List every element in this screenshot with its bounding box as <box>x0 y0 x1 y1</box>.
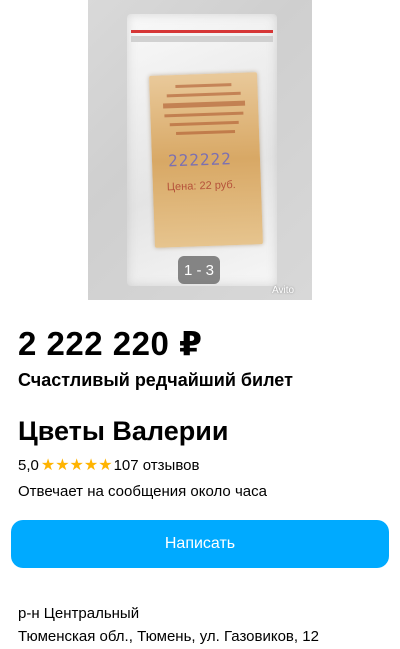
bag-zip <box>131 36 273 42</box>
location-district: р-н Центральный <box>18 605 140 622</box>
rating-value: 5,0 <box>18 457 39 474</box>
ticket-text-lines <box>157 82 251 141</box>
photo-gallery[interactable]: 222222 Цена: 22 руб. 1 - 3 Avito <box>0 0 400 300</box>
listing-photo[interactable]: 222222 Цена: 22 руб. <box>88 0 312 300</box>
star-icon: ★ <box>55 456 70 474</box>
ticket-number: 222222 <box>167 149 233 171</box>
star-icon: ★ <box>83 456 99 474</box>
write-message-button[interactable]: Написать <box>11 520 389 568</box>
star-icon: ★ <box>98 456 113 474</box>
bag-zip-red-line <box>131 30 273 33</box>
seller-rating[interactable]: 5,0 ★ ★ ★ ★ ★ 107 отзывов <box>18 457 199 474</box>
ticket-price: Цена: 22 руб. <box>166 178 236 194</box>
avito-watermark: Avito <box>272 285 295 296</box>
response-time: Отвечает на сообщения около часа <box>18 483 267 500</box>
listing-title: Счастливый редчайший билет <box>18 370 293 390</box>
star-icon: ★ <box>40 456 56 474</box>
bus-ticket-image: 222222 Цена: 22 руб. <box>149 72 263 248</box>
photo-counter: 1 - 3 <box>178 256 220 284</box>
seller-name[interactable]: Цветы Валерии <box>18 416 228 447</box>
listing-price: 2 222 220 ₽ <box>18 325 203 362</box>
star-icon: ★ <box>69 456 84 474</box>
rating-stars: ★ ★ ★ ★ ★ <box>40 456 113 474</box>
reviews-count[interactable]: 107 отзывов <box>114 457 200 474</box>
location-address[interactable]: Тюменская обл., Тюмень, ул. Газовиков, 1… <box>18 628 319 645</box>
